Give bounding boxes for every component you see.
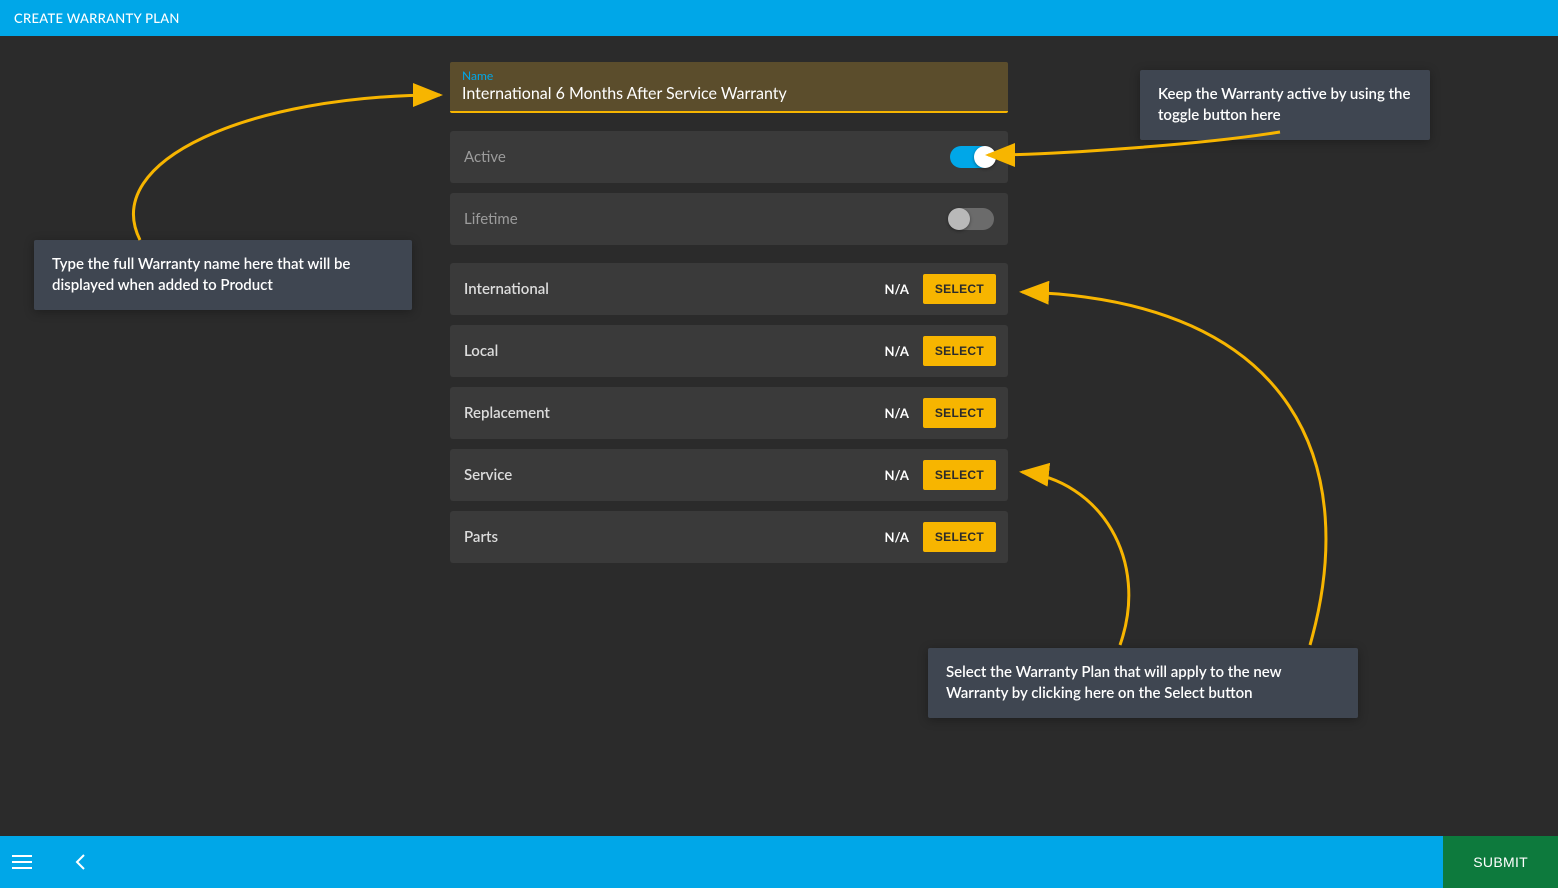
warranty-form: Name Active Lifetime International N/A S… bbox=[450, 62, 1008, 573]
replacement-label: Replacement bbox=[464, 404, 871, 422]
menu-icon[interactable] bbox=[0, 836, 44, 888]
lifetime-toggle[interactable] bbox=[950, 208, 994, 230]
service-value: N/A bbox=[885, 467, 909, 483]
international-select-button[interactable]: SELECT bbox=[923, 274, 996, 304]
annotation-active-toggle: Keep the Warranty active by using the to… bbox=[1140, 70, 1430, 140]
international-row: International N/A SELECT bbox=[450, 263, 1008, 315]
international-label: International bbox=[464, 280, 871, 298]
parts-row: Parts N/A SELECT bbox=[450, 511, 1008, 563]
active-toggle[interactable] bbox=[950, 146, 994, 168]
lifetime-row: Lifetime bbox=[450, 193, 1008, 245]
annotation-name-field: Type the full Warranty name here that wi… bbox=[34, 240, 412, 310]
replacement-select-button[interactable]: SELECT bbox=[923, 398, 996, 428]
lifetime-label: Lifetime bbox=[464, 210, 950, 228]
parts-value: N/A bbox=[885, 529, 909, 545]
replacement-row: Replacement N/A SELECT bbox=[450, 387, 1008, 439]
international-value: N/A bbox=[885, 281, 909, 297]
service-select-button[interactable]: SELECT bbox=[923, 460, 996, 490]
name-field-label: Name bbox=[462, 68, 996, 83]
page-title: CREATE WARRANTY PLAN bbox=[14, 10, 180, 26]
back-icon[interactable] bbox=[58, 836, 102, 888]
local-row: Local N/A SELECT bbox=[450, 325, 1008, 377]
active-row: Active bbox=[450, 131, 1008, 183]
parts-label: Parts bbox=[464, 528, 871, 546]
service-label: Service bbox=[464, 466, 871, 484]
name-input[interactable] bbox=[462, 84, 996, 103]
replacement-value: N/A bbox=[885, 405, 909, 421]
local-label: Local bbox=[464, 342, 871, 360]
annotation-select-plan: Select the Warranty Plan that will apply… bbox=[928, 648, 1358, 718]
local-select-button[interactable]: SELECT bbox=[923, 336, 996, 366]
active-label: Active bbox=[464, 148, 950, 166]
header-bar: CREATE WARRANTY PLAN bbox=[0, 0, 1558, 36]
local-value: N/A bbox=[885, 343, 909, 359]
service-row: Service N/A SELECT bbox=[450, 449, 1008, 501]
name-field-container[interactable]: Name bbox=[450, 62, 1008, 113]
submit-button[interactable]: SUBMIT bbox=[1443, 836, 1558, 888]
footer-bar: SUBMIT bbox=[0, 836, 1558, 888]
parts-select-button[interactable]: SELECT bbox=[923, 522, 996, 552]
